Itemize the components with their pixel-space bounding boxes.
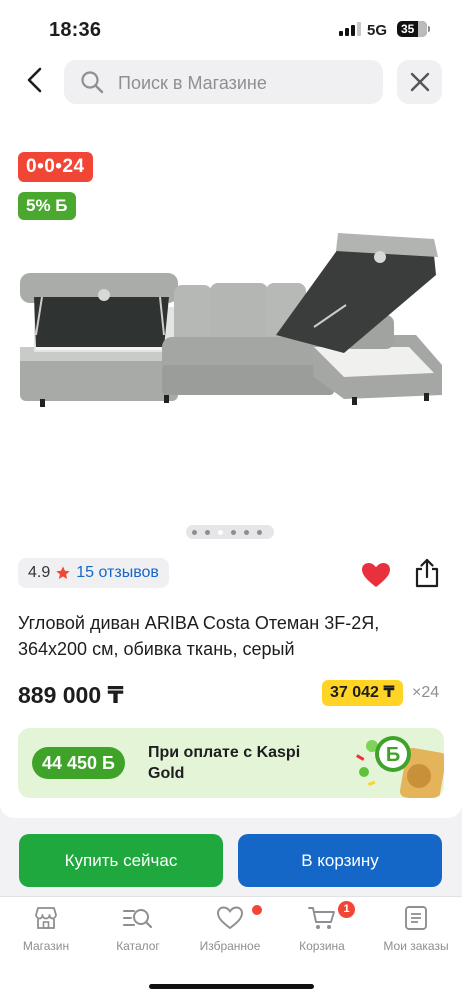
kaspi-gold-bonus: 44 450 Б <box>32 747 125 779</box>
cart-icon <box>308 907 335 929</box>
tab-shop-label: Магазин <box>22 939 70 953</box>
cart-count-badge: 1 <box>338 901 355 918</box>
rating-reviews[interactable]: 4.9 15 отзывов <box>18 558 169 588</box>
tab-orders-label: Мои заказы <box>383 939 449 953</box>
rating-value: 4.9 <box>28 564 51 581</box>
search-bar[interactable]: Поиск в Магазине <box>64 60 383 104</box>
back-button[interactable] <box>22 66 50 94</box>
search-icon <box>81 71 104 94</box>
network-type: 5G <box>367 22 388 39</box>
tab-catalog[interactable]: Каталог <box>92 905 184 953</box>
search-input[interactable]: Поиск в Магазине <box>118 73 267 94</box>
tab-catalog-label: Каталог <box>116 939 160 953</box>
heart-outline-icon <box>217 906 243 930</box>
product-card: 0•0•24 5% Б 4.9 15 отзывов Угловой диван… <box>0 112 462 818</box>
bonus-badge: 5% Б <box>18 192 76 220</box>
svg-text:Б: Б <box>386 744 400 766</box>
shop-icon <box>35 907 57 929</box>
cellular-signal-icon <box>339 22 361 36</box>
tab-cart[interactable]: 1 Корзина <box>276 901 368 953</box>
battery-level: 35 <box>401 22 415 36</box>
reviews-link[interactable]: 15 отзывов <box>76 564 159 582</box>
orders-icon <box>405 906 427 930</box>
home-indicator <box>149 984 314 989</box>
close-icon <box>410 72 430 92</box>
tab-favorites-label: Избранное <box>199 939 261 953</box>
favorite-heart-icon[interactable] <box>361 562 391 588</box>
kaspi-gold-card-icon: Б <box>356 736 444 798</box>
tab-shop[interactable]: Магазин <box>0 905 92 953</box>
installment-months: ×24 <box>412 684 440 701</box>
battery-icon: 35 <box>397 21 430 37</box>
tab-favorites[interactable]: Избранное <box>184 905 276 953</box>
add-to-cart-button[interactable]: В корзину <box>238 834 442 887</box>
product-title: Угловой диван ARIBA Costa Отеман 3F-2Я, … <box>18 613 380 659</box>
gallery-pagination <box>186 525 274 539</box>
top-navigation: Поиск в Магазине <box>0 56 462 112</box>
chevron-left-icon <box>27 67 42 93</box>
status-bar: 18:36 5G 35 <box>0 0 462 56</box>
kaspi-gold-banner[interactable]: 44 450 Б При оплате с Kaspi Gold Б <box>18 728 444 798</box>
star-icon <box>56 566 70 579</box>
close-button[interactable] <box>397 60 442 104</box>
kaspi-gold-text: При оплате с Kaspi Gold <box>148 744 301 782</box>
installment-promo-badge: 0•0•24 <box>18 152 93 182</box>
favorites-notification-dot <box>252 905 262 915</box>
share-icon[interactable] <box>413 558 441 588</box>
product-image[interactable] <box>14 227 446 422</box>
tab-orders[interactable]: Мои заказы <box>370 905 462 953</box>
status-time: 18:36 <box>49 19 102 41</box>
tab-cart-label: Корзина <box>299 939 345 953</box>
product-page: 18:36 5G 35 Поиск в Магазине 0•0•24 5% Б <box>0 0 462 999</box>
product-price: 889 000 ₸ <box>18 682 124 708</box>
installment-amount: 37 042 ₸ <box>322 680 403 706</box>
buy-now-button[interactable]: Купить сейчас <box>19 834 223 887</box>
catalog-search-icon <box>123 909 153 929</box>
